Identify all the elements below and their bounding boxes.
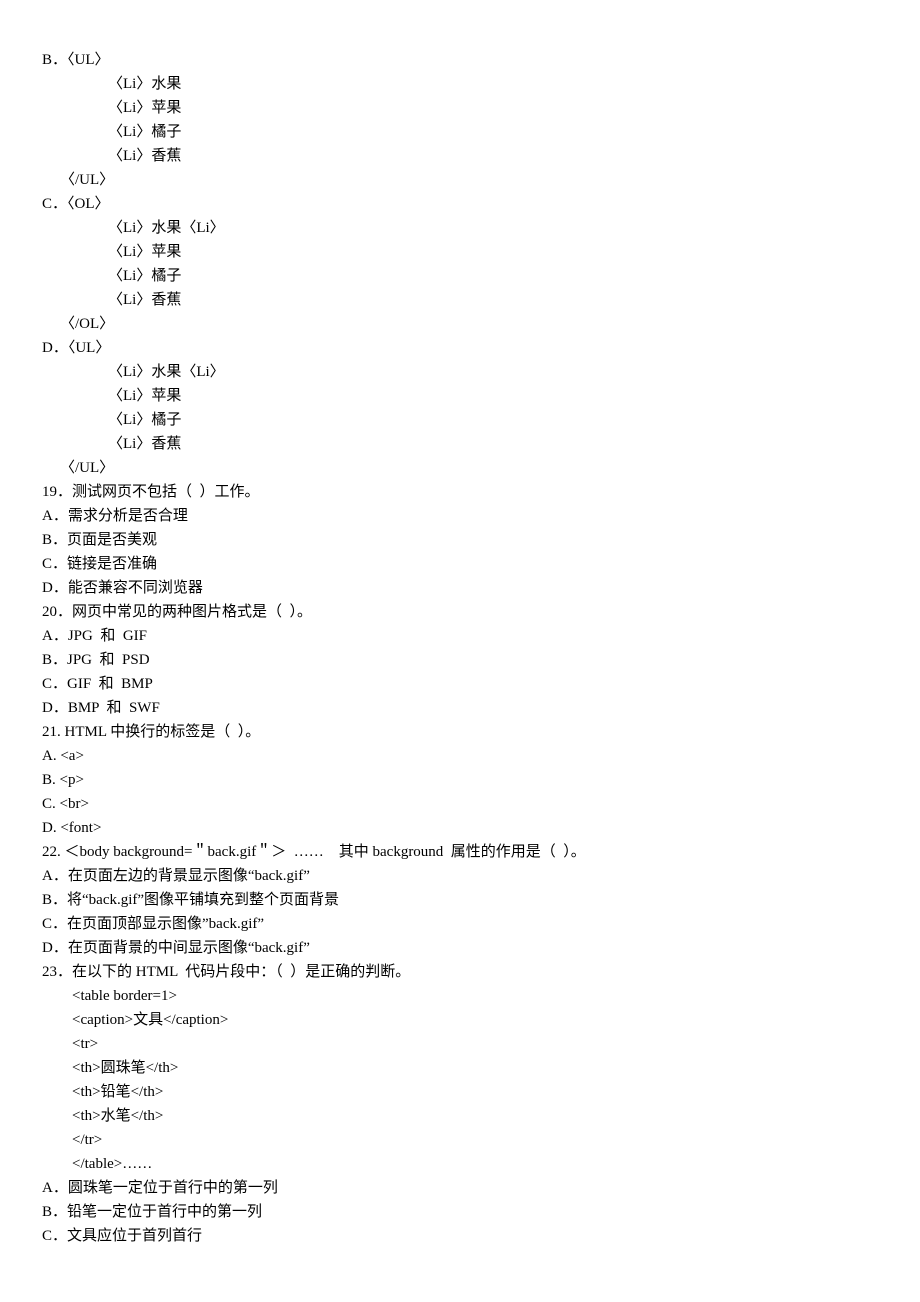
text-line: A．圆珠笔一定位于首行中的第一列 xyxy=(42,1176,878,1200)
text-line: B．〈UL〉 xyxy=(42,48,878,72)
text-line: <tr> xyxy=(42,1032,878,1056)
text-line: D．在页面背景的中间显示图像“back.gif” xyxy=(42,936,878,960)
text-line: D．BMP 和 SWF xyxy=(42,696,878,720)
text-line: C．链接是否准确 xyxy=(42,552,878,576)
text-line: 〈Li〉橘子 xyxy=(42,120,878,144)
text-line: <th>水笔</th> xyxy=(42,1104,878,1128)
text-line: C．GIF 和 BMP xyxy=(42,672,878,696)
text-line: 〈Li〉橘子 xyxy=(42,264,878,288)
text-line: <table border=1> xyxy=(42,984,878,1008)
text-line: 〈Li〉苹果 xyxy=(42,96,878,120)
text-line: D．〈UL〉 xyxy=(42,336,878,360)
text-line: <th>圆珠笔</th> xyxy=(42,1056,878,1080)
text-line: A．JPG 和 GIF xyxy=(42,624,878,648)
text-line: 〈/OL〉 xyxy=(42,312,878,336)
text-line: </table>…… xyxy=(42,1152,878,1176)
text-line: B．铅笔一定位于首行中的第一列 xyxy=(42,1200,878,1224)
document-body: B．〈UL〉〈Li〉水果〈Li〉苹果〈Li〉橘子〈Li〉香蕉〈/UL〉C．〈OL… xyxy=(42,48,878,1248)
text-line: 〈Li〉香蕉 xyxy=(42,288,878,312)
text-line: B．页面是否美观 xyxy=(42,528,878,552)
text-line: 〈Li〉香蕉 xyxy=(42,432,878,456)
text-line: D．能否兼容不同浏览器 xyxy=(42,576,878,600)
text-line: 20．网页中常见的两种图片格式是（ ）。 xyxy=(42,600,878,624)
text-line: C. <br> xyxy=(42,792,878,816)
text-line: A．需求分析是否合理 xyxy=(42,504,878,528)
text-line: </tr> xyxy=(42,1128,878,1152)
text-line: 〈/UL〉 xyxy=(42,168,878,192)
text-line: 〈Li〉苹果 xyxy=(42,384,878,408)
text-line: 〈Li〉水果 xyxy=(42,72,878,96)
text-line: 〈Li〉水果〈Li〉 xyxy=(42,360,878,384)
text-line: 19．测试网页不包括（ ）工作。 xyxy=(42,480,878,504)
text-line: B．将“back.gif”图像平铺填充到整个页面背景 xyxy=(42,888,878,912)
text-line: A. <a> xyxy=(42,744,878,768)
text-line: <caption>文具</caption> xyxy=(42,1008,878,1032)
text-line: B．JPG 和 PSD xyxy=(42,648,878,672)
text-line: D. <font> xyxy=(42,816,878,840)
text-line: C．在页面顶部显示图像”back.gif” xyxy=(42,912,878,936)
text-line: A．在页面左边的背景显示图像“back.gif” xyxy=(42,864,878,888)
text-line: 23．在以下的 HTML 代码片段中：（ ）是正确的判断。 xyxy=(42,960,878,984)
text-line: 〈Li〉橘子 xyxy=(42,408,878,432)
text-line: 〈Li〉水果〈Li〉 xyxy=(42,216,878,240)
text-line: B. <p> xyxy=(42,768,878,792)
text-line: 〈/UL〉 xyxy=(42,456,878,480)
text-line: 21. HTML 中换行的标签是（ ）。 xyxy=(42,720,878,744)
text-line: C．〈OL〉 xyxy=(42,192,878,216)
text-line: 22. ＜body background=＂back.gif＂＞ …… 其中 b… xyxy=(42,840,878,864)
text-line: <th>铅笔</th> xyxy=(42,1080,878,1104)
text-line: C．文具应位于首列首行 xyxy=(42,1224,878,1248)
text-line: 〈Li〉香蕉 xyxy=(42,144,878,168)
text-line: 〈Li〉苹果 xyxy=(42,240,878,264)
